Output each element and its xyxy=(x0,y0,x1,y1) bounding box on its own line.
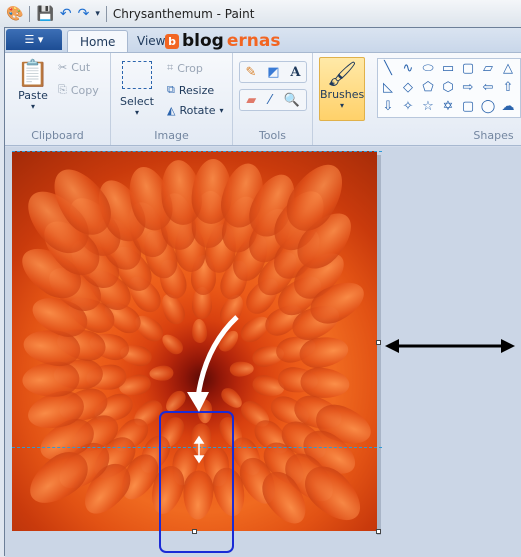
pencil-icon[interactable]: ✎ xyxy=(245,65,256,80)
shape-option[interactable]: ⬡ xyxy=(438,78,458,97)
paint-window: ☰ ▾ Home View b blog ernas 📋 Paste ▾ ✂ Cut ⎘… xyxy=(4,27,521,557)
curved-arrow-icon xyxy=(195,315,239,398)
rotate-icon: ◭ xyxy=(167,104,176,117)
fill-icon[interactable]: ◩ xyxy=(267,65,279,80)
group-label: Tools xyxy=(258,129,287,142)
shape-option[interactable]: ∿ xyxy=(398,59,418,78)
magnifier-icon[interactable]: 🔍 xyxy=(284,93,300,108)
shape-option[interactable]: ◯ xyxy=(478,97,498,116)
text-icon[interactable]: A xyxy=(290,65,300,80)
customize-qat-icon[interactable]: ▾ xyxy=(95,9,100,19)
ribbon-tabs: ☰ ▾ Home View b blog ernas xyxy=(5,28,521,52)
shape-option[interactable]: ▭ xyxy=(438,59,458,78)
cut-button[interactable]: ✂ Cut xyxy=(58,61,90,74)
clipboard-icon: 📋 xyxy=(16,59,50,89)
divider xyxy=(29,5,31,22)
scissors-icon: ✂ xyxy=(58,61,68,74)
crop-icon: ⌗ xyxy=(167,61,174,74)
tools-group: ✎ ◩ A ▰ ⁄ 🔍 Tools xyxy=(233,53,313,145)
eraser-icon[interactable]: ▰ xyxy=(246,93,256,108)
shape-option[interactable]: ◇ xyxy=(398,78,418,97)
vertical-resize-cursor-icon xyxy=(193,435,205,464)
redo-icon[interactable]: ↷ xyxy=(78,6,90,22)
image-group: Select ▾ ⌗ Crop ⧉ Resize ◭ Rotate ▾ Image xyxy=(111,53,233,145)
brush-icon: 🖌 xyxy=(326,60,358,88)
annotation-arrows xyxy=(187,315,515,464)
paint-menu-button[interactable]: ☰ ▾ xyxy=(6,29,62,50)
canvas-area[interactable] xyxy=(5,147,521,557)
crop-button[interactable]: ⌗ Crop xyxy=(167,61,203,75)
shape-option[interactable]: ▢ xyxy=(458,97,478,116)
color-picker-icon[interactable]: ⁄ xyxy=(269,93,271,108)
tab-home[interactable]: Home xyxy=(67,30,129,52)
paint-app-icon[interactable]: 🎨 xyxy=(6,6,23,22)
shape-option[interactable]: ▢ xyxy=(458,59,478,78)
paste-button[interactable]: 📋 Paste ▾ xyxy=(15,59,51,111)
shape-option[interactable]: ⬭ xyxy=(418,59,438,78)
shape-option[interactable]: ☁ xyxy=(498,97,518,116)
shape-option[interactable]: ✡ xyxy=(438,97,458,116)
select-icon xyxy=(122,61,152,89)
arrow-head-icon xyxy=(187,392,209,412)
blogernas-watermark: b blog ernas xyxy=(165,31,280,51)
rotate-button[interactable]: ◭ Rotate ▾ xyxy=(167,104,224,117)
copy-icon: ⎘ xyxy=(58,83,67,96)
shape-option[interactable]: ⬠ xyxy=(418,78,438,97)
title-bar: 🎨 💾 ↶ ↷ ▾ Chrysanthemum - Paint xyxy=(0,0,521,27)
group-label: Image xyxy=(154,129,189,142)
shape-option[interactable]: ⇧ xyxy=(498,78,518,97)
shape-option[interactable]: ╲ xyxy=(378,59,398,78)
shape-option[interactable]: △ xyxy=(498,59,518,78)
brushes-button[interactable]: 🖌 Brushes ▾ xyxy=(319,57,365,121)
shape-option[interactable]: ☆ xyxy=(418,97,438,116)
copy-button[interactable]: ⎘ Copy xyxy=(58,83,99,97)
resize-icon: ⧉ xyxy=(167,83,175,96)
shape-option[interactable]: ⇩ xyxy=(378,97,398,116)
group-label: Clipboard xyxy=(31,129,84,142)
resize-button[interactable]: ⧉ Resize xyxy=(167,83,214,97)
window-title: Chrysanthemum - Paint xyxy=(112,6,255,21)
shape-option[interactable]: ▱ xyxy=(478,59,498,78)
shape-option[interactable]: ◺ xyxy=(378,78,398,97)
undo-icon[interactable]: ↶ xyxy=(60,6,72,22)
select-button[interactable]: Select ▾ xyxy=(119,61,155,117)
group-label: Shapes xyxy=(473,129,514,142)
shapes-gallery: ╲ ∿ ⬭ ▭ ▢ ▱ △ ◺ ◇ ⬠ ⬡ ⇨ ⇦ ⇧ ⇩ ✧ ☆ ✡ ▢ ◯ ☁ xyxy=(377,58,521,118)
save-icon[interactable]: 💾 xyxy=(36,6,53,22)
clipboard-group: 📋 Paste ▾ ✂ Cut ⎘ Copy Clipboard xyxy=(5,53,111,145)
shape-option[interactable]: ✧ xyxy=(398,97,418,116)
shape-option[interactable]: ⇨ xyxy=(458,78,478,97)
ribbon: 📋 Paste ▾ ✂ Cut ⎘ Copy Clipboard Select ▾ ⌗ C… xyxy=(5,52,521,146)
shape-option[interactable]: ⇦ xyxy=(478,78,498,97)
brushes-group: 🖌 Brushes ▾ xyxy=(313,53,373,145)
horizontal-double-arrow-icon xyxy=(385,339,515,353)
divider xyxy=(105,5,107,22)
